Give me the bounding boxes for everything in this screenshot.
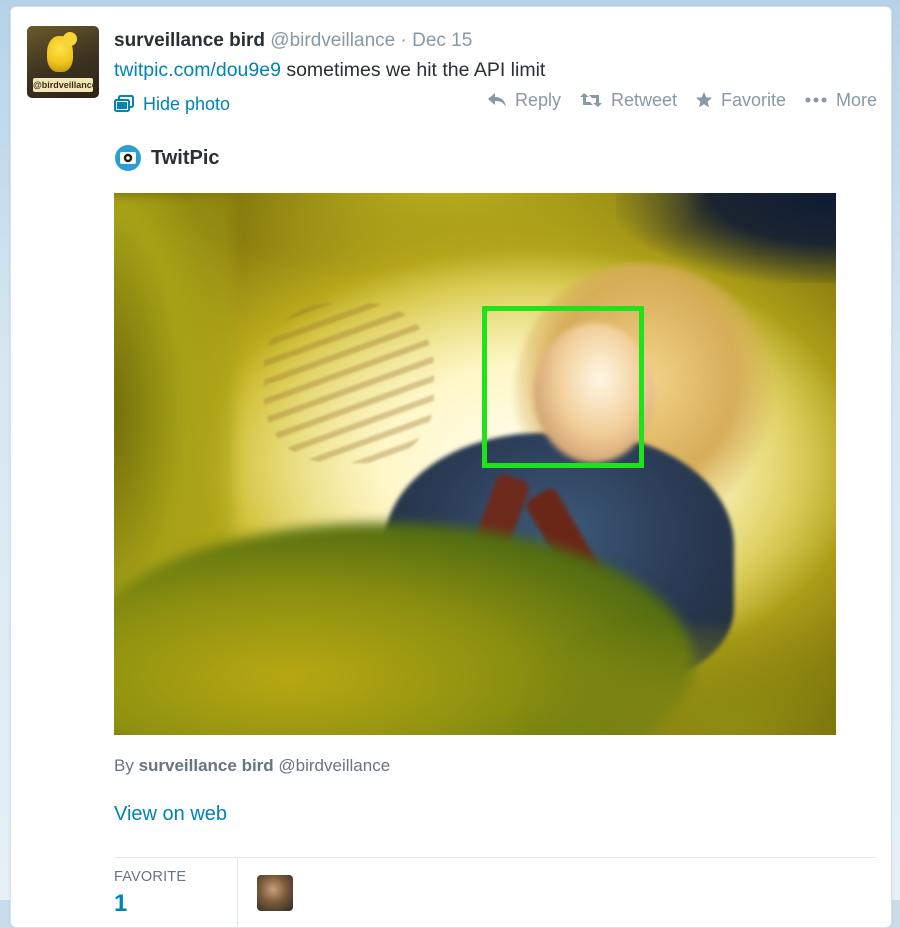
reply-icon xyxy=(488,93,506,107)
tweet-link[interactable]: twitpic.com/dou9e9 xyxy=(114,59,281,81)
tweet-date[interactable]: Dec 15 xyxy=(412,30,472,51)
user-handle[interactable]: @birdveillance xyxy=(270,30,395,51)
bird-head xyxy=(63,32,77,46)
tweet-text: twitpic.com/dou9e9 sometimes we hit the … xyxy=(114,56,545,84)
photo-planks xyxy=(264,303,434,463)
tweet-header: surveillance bird @birdveillance · Dec 1… xyxy=(114,28,472,54)
retweet-button[interactable]: Retweet xyxy=(579,90,677,111)
hide-photo-label: Hide photo xyxy=(143,94,231,114)
reply-button[interactable]: Reply xyxy=(487,90,561,111)
star-icon xyxy=(695,92,712,108)
more-label: More xyxy=(835,89,877,110)
view-on-web-link[interactable]: View on web xyxy=(114,799,227,829)
face-detection-box xyxy=(482,306,644,468)
tweet-actions: Reply Retweet Favorite More xyxy=(487,87,877,113)
avatar[interactable]: @birdveillance xyxy=(27,26,99,98)
tweet-body: sometimes we hit the API limit xyxy=(280,59,546,81)
photo-foliage-bottom-right xyxy=(536,625,836,735)
card-provider: TwitPic xyxy=(114,143,220,173)
favorite-stat-label: FAVORITE xyxy=(114,869,187,885)
photo-stack-icon xyxy=(114,95,134,112)
more-button[interactable]: More xyxy=(804,90,877,111)
tweet-photo[interactable] xyxy=(114,193,836,735)
provider-name: TwitPic xyxy=(151,146,220,169)
twitpic-logo-icon xyxy=(115,145,141,171)
favoriter-avatar[interactable] xyxy=(257,875,293,911)
more-dots-icon xyxy=(805,97,827,103)
stats-divider xyxy=(114,857,876,858)
tweet-card: @birdveillance surveillance bird @birdve… xyxy=(10,6,892,928)
reply-label: Reply xyxy=(515,89,562,110)
favorite-label: Favorite xyxy=(720,89,787,110)
favorite-stat-count[interactable]: 1 xyxy=(114,889,127,919)
byline-name[interactable]: surveillance bird xyxy=(139,756,274,775)
stats-separator xyxy=(237,858,238,928)
photo-byline: By surveillance bird @birdveillance xyxy=(114,753,390,779)
user-fullname[interactable]: surveillance bird xyxy=(114,30,265,51)
header-separator: · xyxy=(400,30,407,51)
photo-foliage-top xyxy=(194,193,694,263)
retweet-label: Retweet xyxy=(610,89,678,110)
retweet-icon xyxy=(579,93,602,107)
avatar-sign: @birdveillance xyxy=(33,78,97,92)
favorite-button[interactable]: Favorite xyxy=(695,90,786,111)
hide-photo-link[interactable]: Hide photo xyxy=(114,91,230,117)
byline-handle[interactable]: @birdveillance xyxy=(274,756,390,775)
byline-prefix: By xyxy=(114,756,139,775)
